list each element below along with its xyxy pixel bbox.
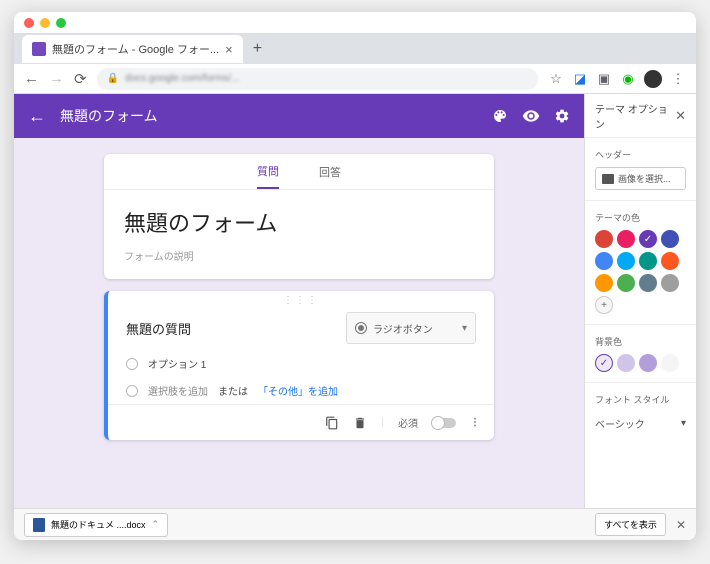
bg-color-label: 背景色	[595, 335, 686, 348]
theme-color-swatch[interactable]	[639, 252, 657, 270]
panel-title: テーマ オプション	[595, 101, 675, 131]
question-type-dropdown[interactable]: ラジオボタン ▾	[346, 312, 476, 344]
new-tab-button[interactable]: +	[243, 40, 272, 58]
favicon-icon	[32, 42, 46, 56]
theme-color-swatch[interactable]: ✓	[639, 230, 657, 248]
profile-avatar[interactable]	[644, 70, 662, 88]
image-icon	[602, 174, 614, 184]
drag-handle-icon[interactable]: ⋮⋮⋮	[108, 291, 494, 306]
extension-icon-3[interactable]: ◉	[620, 71, 636, 87]
docx-icon	[33, 518, 45, 532]
form-title[interactable]: 無題のフォーム	[124, 206, 474, 238]
required-label: 必須	[398, 415, 418, 430]
delete-icon[interactable]	[353, 416, 367, 430]
tab-title: 無題のフォーム - Google フォー...	[52, 41, 219, 57]
close-panel-icon[interactable]: ✕	[675, 108, 686, 124]
download-item[interactable]: 無題のドキュメ ....docx ⌃	[24, 513, 168, 537]
chrome-menu-icon[interactable]: ⋮	[670, 71, 686, 87]
settings-icon[interactable]	[554, 108, 570, 124]
option-row[interactable]: オプション 1	[108, 350, 494, 377]
duplicate-icon[interactable]	[325, 416, 339, 430]
choose-image-button[interactable]: 画像を選択...	[595, 167, 686, 190]
bg-color-swatch[interactable]	[639, 354, 657, 372]
palette-icon[interactable]	[492, 108, 508, 124]
preview-icon[interactable]	[522, 107, 540, 125]
theme-color-swatch[interactable]	[617, 230, 635, 248]
theme-color-swatch[interactable]	[595, 230, 613, 248]
theme-panel: テーマ オプション ✕ ヘッダー 画像を選択... テーマの色 ✓ + 背景色 ✓…	[584, 94, 696, 508]
address-bar: ← → ⟳ 🔒 docs.google.com/forms/... ☆ ◪ ▣ …	[14, 64, 696, 94]
browser-tab[interactable]: 無題のフォーム - Google フォー... ×	[22, 35, 243, 63]
bg-color-swatch[interactable]	[661, 354, 679, 372]
url-field[interactable]: 🔒 docs.google.com/forms/...	[97, 68, 538, 90]
form-description[interactable]: フォームの説明	[124, 248, 474, 263]
extension-icon-2[interactable]: ▣	[596, 71, 612, 87]
back-icon[interactable]: ←	[24, 70, 39, 87]
option-label[interactable]: オプション 1	[148, 356, 206, 371]
theme-color-swatch[interactable]	[617, 274, 635, 292]
theme-color-swatch[interactable]	[595, 252, 613, 270]
app-header: ← 無題のフォーム	[14, 94, 584, 138]
mac-close[interactable]	[24, 18, 34, 28]
close-downloads-icon[interactable]: ✕	[676, 518, 686, 532]
add-color-button[interactable]: +	[595, 296, 613, 314]
question-card[interactable]: ⋮⋮⋮ 無題の質問 ラジオボタン ▾ オプション 1	[104, 291, 494, 440]
theme-color-swatch[interactable]	[661, 274, 679, 292]
chevron-down-icon: ▾	[681, 418, 686, 429]
forward-icon[interactable]: →	[49, 70, 64, 87]
browser-tab-bar: 無題のフォーム - Google フォー... × +	[14, 34, 696, 64]
extension-icon-1[interactable]: ◪	[572, 71, 588, 87]
bg-color-swatch[interactable]	[617, 354, 635, 372]
tab-questions[interactable]: 質問	[257, 154, 279, 189]
app-title: 無題のフォーム	[60, 106, 492, 126]
mac-maximize[interactable]	[56, 18, 66, 28]
question-title-input[interactable]: 無題の質問	[126, 319, 334, 338]
mac-window-controls	[14, 12, 696, 34]
downloads-bar: 無題のドキュメ ....docx ⌃ すべてを表示 ✕	[14, 508, 696, 540]
theme-color-swatch[interactable]	[661, 230, 679, 248]
chevron-up-icon[interactable]: ⌃	[152, 519, 160, 530]
font-style-dropdown[interactable]: ベーシック ▾	[595, 412, 686, 431]
back-arrow-icon[interactable]: ←	[28, 106, 46, 127]
add-other-button[interactable]: 「その他」を追加	[258, 383, 338, 398]
star-icon[interactable]: ☆	[548, 71, 564, 87]
header-section-label: ヘッダー	[595, 148, 686, 161]
theme-color-swatch[interactable]	[661, 252, 679, 270]
reload-icon[interactable]: ⟳	[74, 70, 87, 88]
add-option-button[interactable]: 選択肢を追加	[148, 383, 208, 398]
close-tab-icon[interactable]: ×	[225, 42, 233, 57]
required-toggle[interactable]	[432, 418, 456, 428]
bg-color-swatch[interactable]: ✓	[595, 354, 613, 372]
theme-color-label: テーマの色	[595, 211, 686, 224]
theme-color-swatch[interactable]	[617, 252, 635, 270]
show-all-downloads-button[interactable]: すべてを表示	[595, 513, 666, 536]
theme-color-swatch[interactable]	[595, 274, 613, 292]
question-menu-icon[interactable]: ⋮	[470, 417, 480, 428]
theme-color-swatch[interactable]	[639, 274, 657, 292]
font-style-label: フォント スタイル	[595, 393, 686, 406]
tab-responses[interactable]: 回答	[319, 154, 341, 189]
mac-minimize[interactable]	[40, 18, 50, 28]
radio-empty-icon	[126, 358, 138, 370]
form-header-card: 質問 回答 無題のフォーム フォームの説明	[104, 154, 494, 279]
chevron-down-icon: ▾	[462, 323, 467, 334]
radio-empty-icon	[126, 385, 138, 397]
radio-icon	[355, 322, 367, 334]
